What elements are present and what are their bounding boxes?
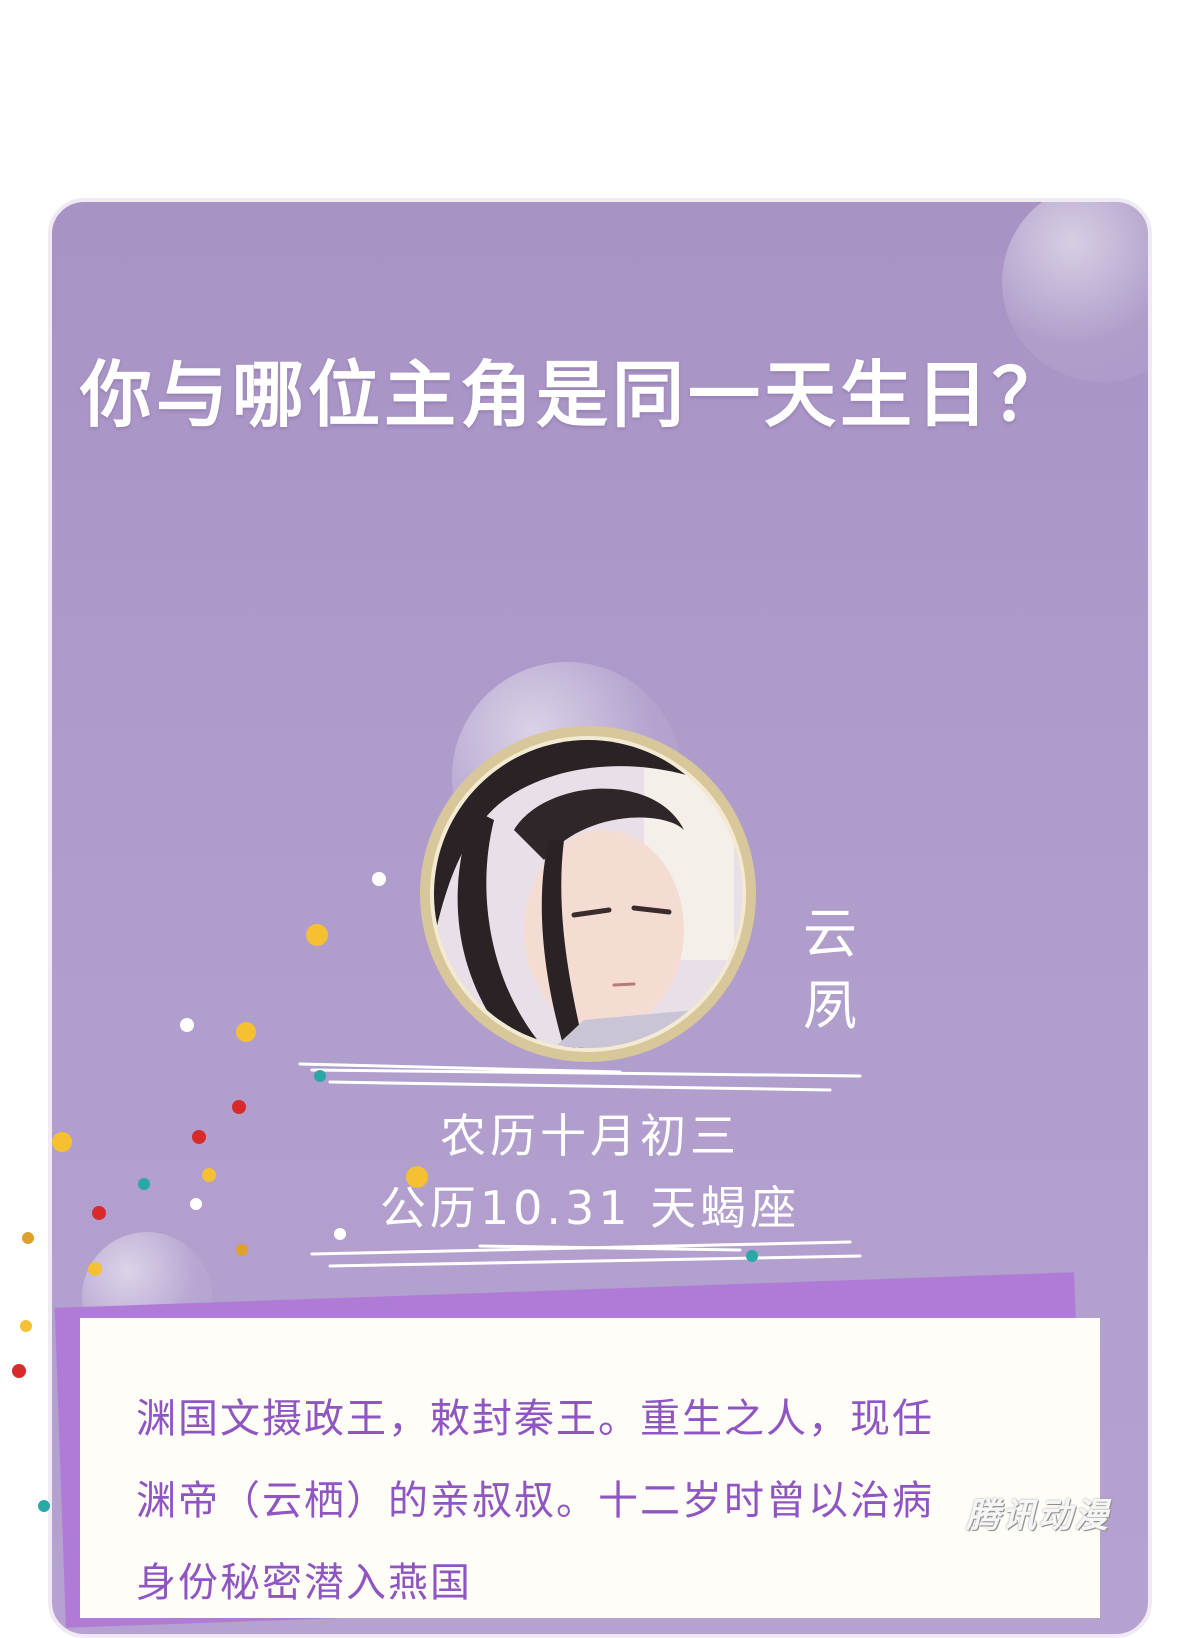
- confetti-dot: [746, 1250, 758, 1262]
- confetti-dot: [236, 1022, 256, 1042]
- character-portrait-icon: [430, 736, 746, 1052]
- confetti-dot: [202, 1168, 216, 1182]
- bio-line: 渊国文摄政王，敕封秦王。重生之人，现任: [136, 1396, 934, 1442]
- confetti-dot: [406, 1166, 428, 1188]
- confetti-dot: [306, 924, 328, 946]
- confetti-dot: [314, 1070, 326, 1082]
- character-name-line-1: 云: [803, 902, 857, 965]
- confetti-dot: [372, 872, 386, 886]
- confetti-dot: [232, 1100, 246, 1114]
- confetti-dot: [52, 1132, 72, 1152]
- lunar-date: 农历十月初三: [440, 1109, 740, 1163]
- confetti-dot: [334, 1228, 346, 1240]
- confetti-dot: [88, 1262, 102, 1276]
- confetti-dot: [38, 1500, 50, 1512]
- watermark: 腾讯动漫: [966, 1496, 1110, 1536]
- confetti-dot: [20, 1320, 32, 1332]
- confetti-dot: [12, 1364, 26, 1378]
- avatar: [420, 726, 756, 1062]
- confetti-dot: [138, 1178, 150, 1190]
- confetti-dot: [180, 1018, 194, 1032]
- birthday-info: 农历十月初三 公历10.31 天蝎座: [300, 1100, 880, 1244]
- confetti-dot: [22, 1232, 34, 1244]
- character-name: 云 夙: [790, 898, 870, 1042]
- confetti-dot: [236, 1244, 248, 1256]
- confetti-dot: [190, 1198, 202, 1210]
- confetti-dot: [92, 1206, 106, 1220]
- solar-date: 公历10.31 天蝎座: [379, 1181, 801, 1235]
- bio-line: 渊帝（云栖）的亲叔叔。十二岁时曾以治病: [136, 1478, 934, 1524]
- character-name-line-2: 夙: [803, 974, 857, 1037]
- confetti-dot: [192, 1130, 206, 1144]
- bio-line: 身份秘密潜入燕国: [136, 1560, 472, 1606]
- bio-text: 渊国文摄政王，敕封秦王。重生之人，现任 渊帝（云栖）的亲叔叔。十二岁时曾以治病 …: [136, 1378, 1056, 1624]
